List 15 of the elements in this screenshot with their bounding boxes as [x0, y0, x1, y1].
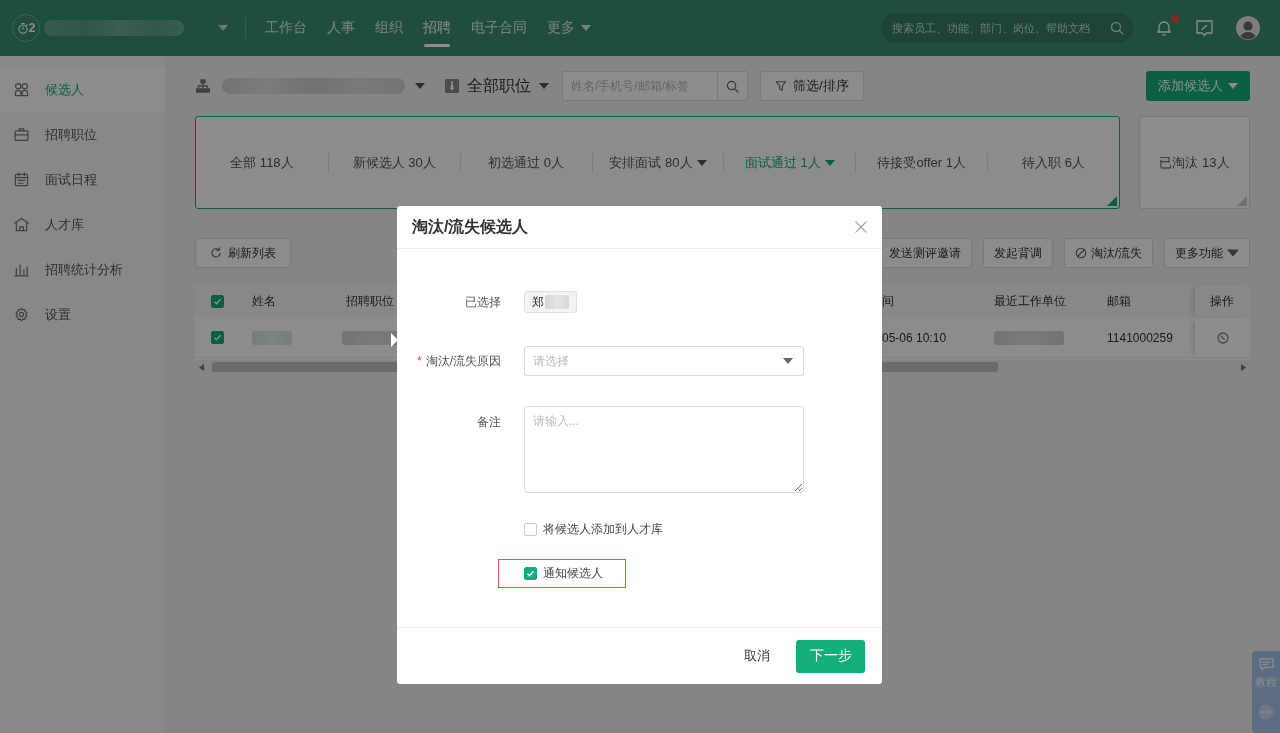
dialog-title: 淘汰/流失候选人 — [412, 216, 529, 237]
column-header: 姓名 — [252, 293, 276, 310]
field-label: 淘汰/流失原因 — [425, 352, 501, 370]
cell-value: 05-06 10:10 — [882, 330, 947, 345]
tag-text: 郑 — [532, 293, 544, 311]
column-header: 间 — [882, 293, 894, 310]
column-header: 最近工作单位 — [994, 293, 1066, 310]
column-header: 招聘职位 — [346, 293, 394, 310]
cell-value: 1141000259 — [1107, 330, 1173, 345]
field-label: 备注 — [477, 414, 501, 431]
column-header: 邮箱 — [1107, 293, 1131, 310]
logo-text: 2 — [28, 22, 36, 34]
field-label: 已选择 — [465, 293, 501, 311]
required-mark: * — [417, 354, 422, 368]
column-header: 操作 — [1195, 285, 1250, 318]
